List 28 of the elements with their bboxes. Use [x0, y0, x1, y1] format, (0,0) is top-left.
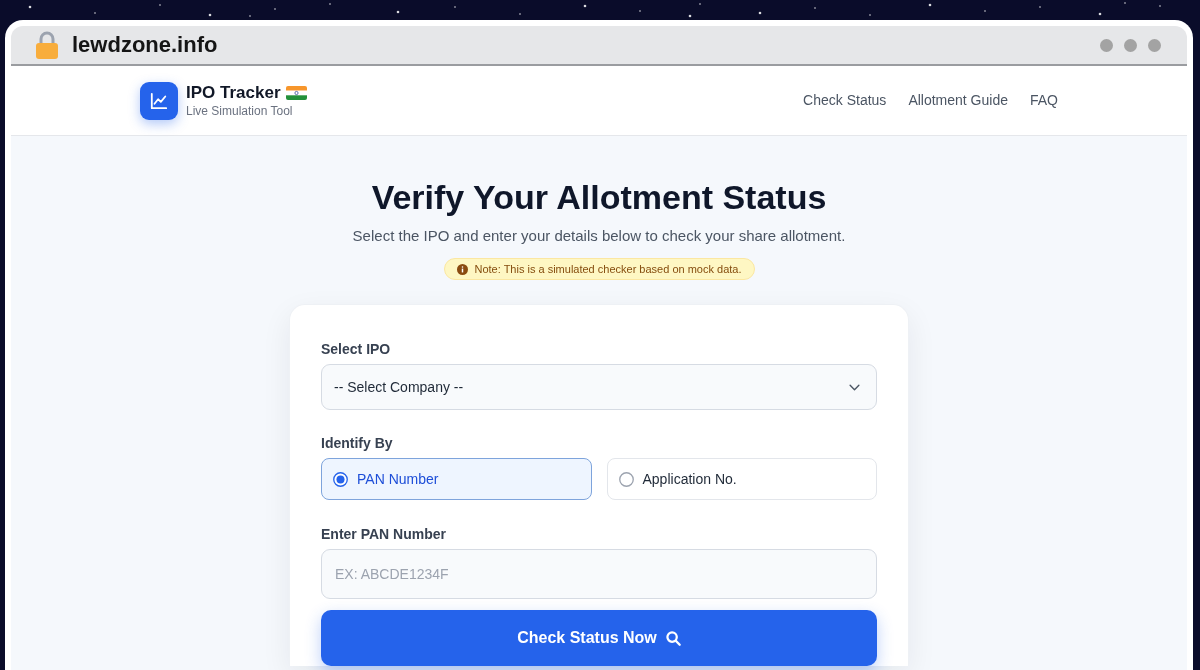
window-dot-icon[interactable]: [1100, 38, 1113, 52]
chart-logo-icon: [140, 81, 178, 120]
window-dot-icon[interactable]: [1148, 38, 1161, 52]
search-icon: [665, 630, 681, 646]
radio-icon[interactable]: [333, 471, 348, 487]
lock-icon: [36, 31, 58, 59]
brand-name: IPO Tracker: [186, 82, 281, 104]
field-label: Identify By: [321, 434, 393, 453]
radio-option[interactable]: PAN Number: [321, 458, 592, 500]
company-select[interactable]: -- Select Company --: [321, 364, 877, 410]
nav-link[interactable]: FAQ: [1030, 90, 1058, 111]
check-status-button[interactable]: Check Status Now: [321, 610, 877, 666]
radio-icon[interactable]: [618, 471, 634, 487]
field-label: Select IPO: [321, 340, 391, 359]
flag-icon: [285, 86, 307, 100]
info-icon: [456, 263, 468, 275]
notice-text: Note: This is a simulated checker based on mock data.: [474, 262, 742, 276]
chevron-down-icon: [849, 383, 860, 391]
window-dot-icon[interactable]: [1124, 38, 1137, 52]
radio-option[interactable]: Application No.: [606, 458, 877, 500]
field-label: Enter PAN Number: [321, 525, 446, 544]
nav-link[interactable]: Allotment Guide: [908, 90, 1008, 111]
page-title: Verify Your Allotment Status: [371, 177, 827, 217]
site-address: lewdzone.info: [72, 31, 218, 59]
pan-input-field[interactable]: EX: ABCDE1234F: [321, 549, 877, 599]
page-subtitle: Select the IPO and enter your details below to check your share allotment.: [352, 226, 846, 246]
brand-tagline: Live Simulation Tool: [186, 104, 293, 119]
nav-link[interactable]: Check Status: [803, 90, 887, 111]
